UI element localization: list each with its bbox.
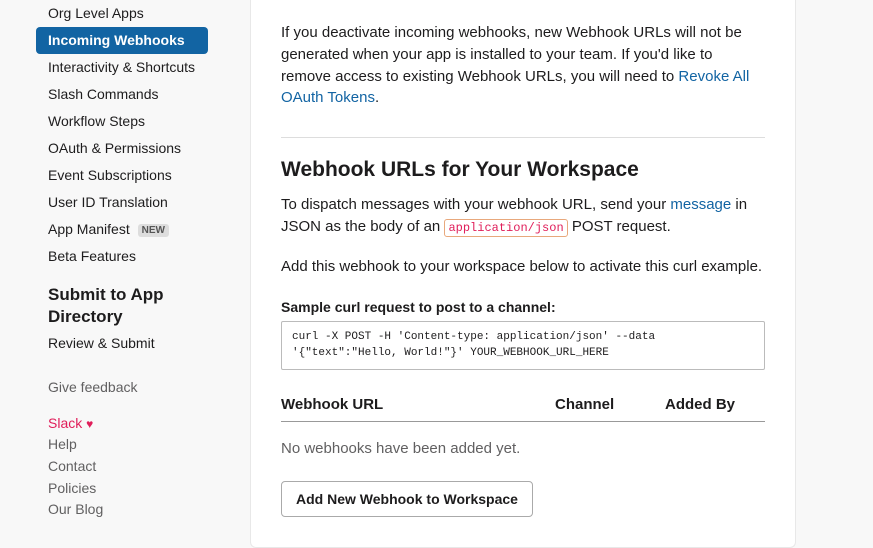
col-added-by: Added By: [665, 396, 765, 413]
nav-item-interactivity-shortcuts[interactable]: Interactivity & Shortcuts: [0, 54, 240, 81]
main-content: If you deactivate incoming webhooks, new…: [250, 0, 796, 548]
nav-item-org-level-apps[interactable]: Org Level Apps: [0, 0, 240, 27]
col-channel: Channel: [555, 396, 665, 413]
slack-brand-link[interactable]: Slack ♥: [48, 413, 230, 435]
nav-item-oauth-permissions[interactable]: OAuth & Permissions: [0, 135, 240, 162]
table-header: Webhook URL Channel Added By: [281, 396, 765, 422]
sample-code-block: curl -X POST -H 'Content-type: applicati…: [281, 321, 765, 370]
sidebar-footer: Give feedback Slack ♥ Help Contact Polic…: [0, 357, 240, 521]
submit-section-title: Submit to App Directory: [0, 270, 240, 330]
nav-item-beta-features[interactable]: Beta Features: [0, 243, 240, 270]
give-feedback-link[interactable]: Give feedback: [48, 377, 230, 399]
heart-icon: ♥: [86, 417, 93, 431]
nav-item-slash-commands[interactable]: Slash Commands: [0, 81, 240, 108]
nav-item-incoming-webhooks[interactable]: Incoming Webhooks: [36, 27, 208, 54]
sample-label: Sample curl request to post to a channel…: [281, 299, 765, 315]
help-link[interactable]: Help: [48, 434, 230, 456]
empty-state: No webhooks have been added yet.: [281, 440, 765, 457]
message-link[interactable]: message: [670, 196, 731, 213]
sidebar: Org Level Apps Incoming Webhooks Interac…: [0, 0, 240, 548]
nav-item-workflow-steps[interactable]: Workflow Steps: [0, 108, 240, 135]
nav-item-event-subscriptions[interactable]: Event Subscriptions: [0, 162, 240, 189]
col-webhook-url: Webhook URL: [281, 396, 555, 413]
dispatch-text: To dispatch messages with your webhook U…: [281, 194, 765, 238]
section-title: Webhook URLs for Your Workspace: [281, 158, 765, 182]
nav-item-user-id-translation[interactable]: User ID Translation: [0, 189, 240, 216]
code-inline-appjson: application/json: [444, 219, 567, 237]
new-badge: NEW: [138, 224, 169, 237]
deactivate-warning: If you deactivate incoming webhooks, new…: [281, 22, 765, 109]
contact-link[interactable]: Contact: [48, 456, 230, 478]
divider: [281, 137, 765, 138]
nav-item-app-manifest[interactable]: App Manifest NEW: [0, 216, 240, 243]
nav-item-review-submit[interactable]: Review & Submit: [0, 330, 240, 357]
blog-link[interactable]: Our Blog: [48, 499, 230, 521]
sidebar-nav: Org Level Apps Incoming Webhooks Interac…: [0, 0, 240, 270]
policies-link[interactable]: Policies: [48, 478, 230, 500]
webhook-table: Webhook URL Channel Added By No webhooks…: [281, 396, 765, 457]
activate-text: Add this webhook to your workspace below…: [281, 256, 765, 278]
